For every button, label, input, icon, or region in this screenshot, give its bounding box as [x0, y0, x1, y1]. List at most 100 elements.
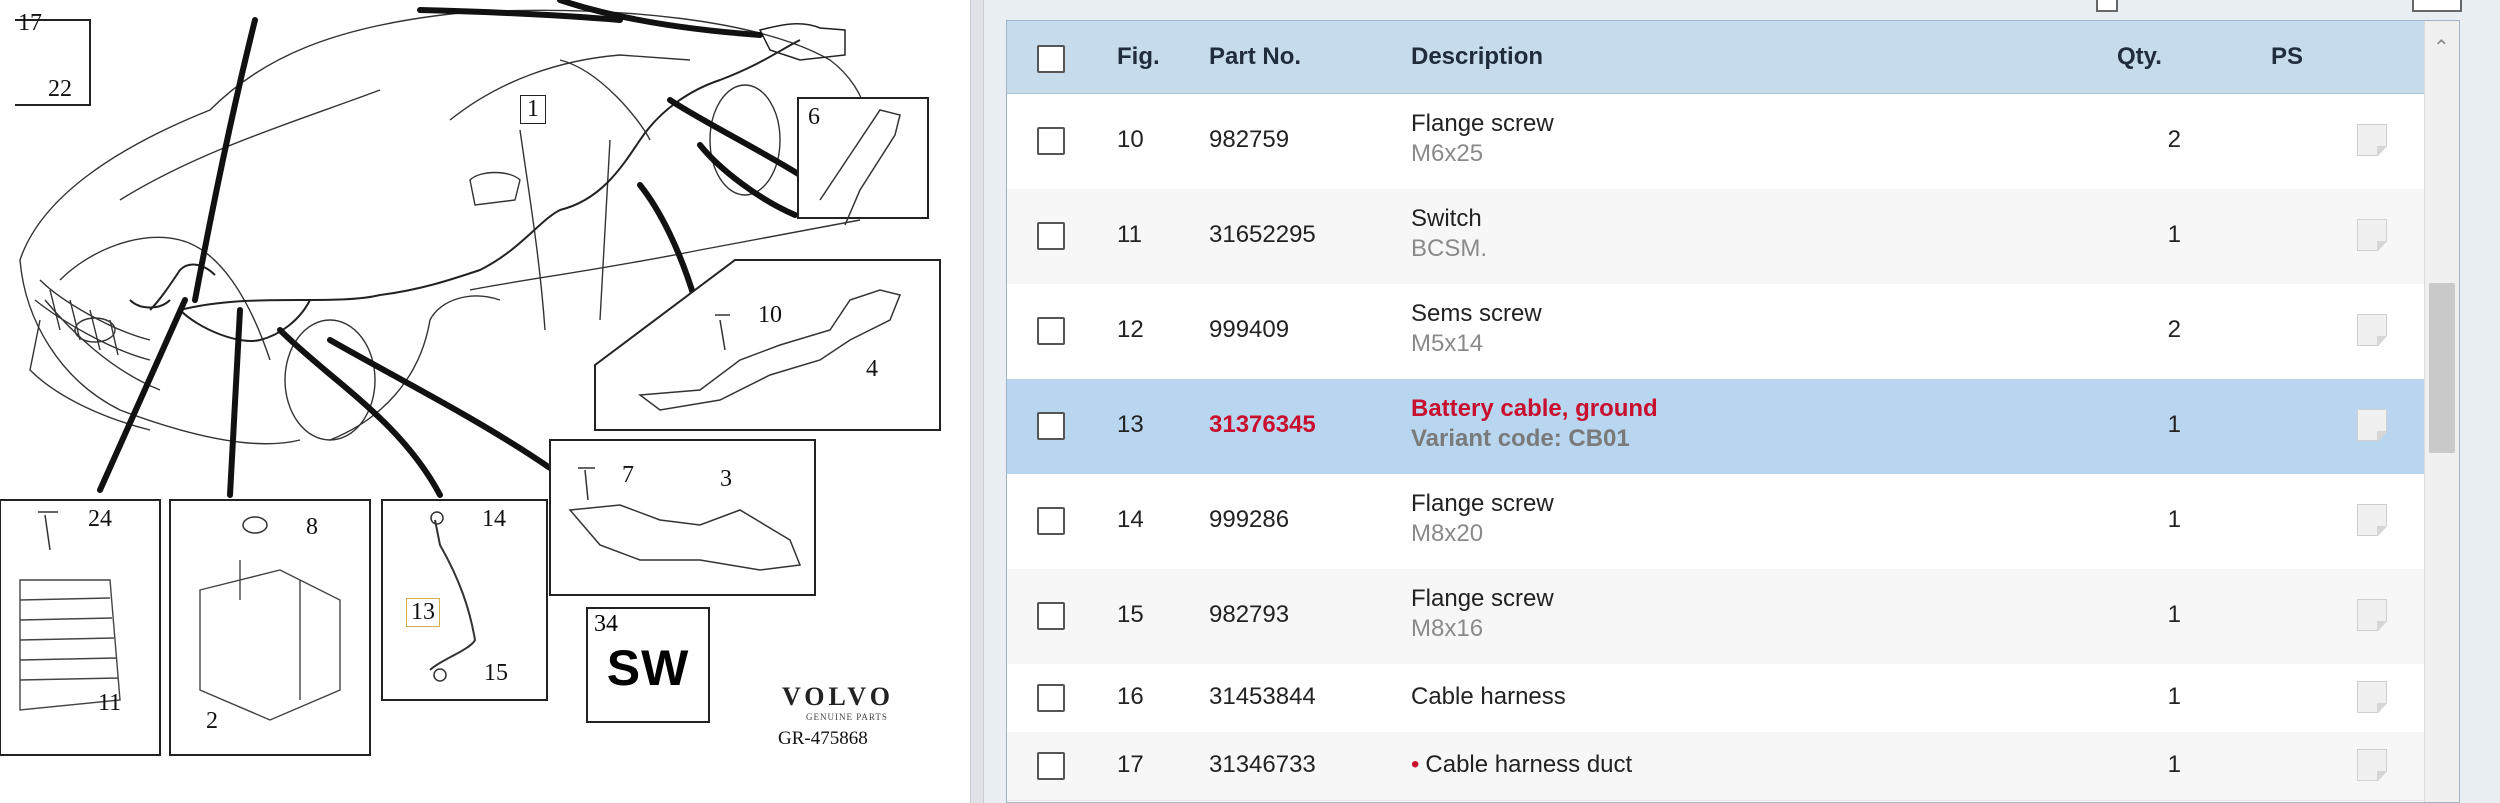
table-row[interactable]: 12 999409 Sems screw M5x14 2: [1007, 284, 2427, 380]
callout-15: 15: [484, 660, 508, 686]
row-fig: 17: [1117, 751, 1144, 778]
row-fig: 15: [1117, 601, 1144, 628]
row-fig: 16: [1117, 683, 1144, 710]
row-fig: 11: [1117, 221, 1142, 248]
row-qty: 2: [2167, 126, 2181, 153]
row-checkbox[interactable]: [1037, 222, 1065, 250]
callout-14: 14: [482, 506, 506, 532]
row-fig: 14: [1117, 506, 1144, 533]
table-row[interactable]: 14 999286 Flange screw M8x20 1: [1007, 474, 2427, 570]
table-header: Fig. Part No. Description Qty. PS: [1007, 21, 2459, 94]
callout-17: 17: [18, 10, 42, 36]
row-description: Flange screw: [1411, 585, 1554, 612]
note-icon[interactable]: [2357, 504, 2387, 536]
header-qty[interactable]: Qty.: [2117, 43, 2162, 71]
row-description: Battery cable, ground: [1411, 395, 1658, 422]
row-part-no[interactable]: 31376345: [1209, 411, 1316, 439]
row-qty: 1: [2167, 751, 2181, 778]
parts-diagram: 17 22 1 6 10 4 7 3 24 8 14 13 15 11 2 34…: [0, 0, 970, 803]
note-icon[interactable]: [2357, 409, 2387, 441]
row-description: Cable harness: [1411, 683, 1566, 710]
table-row[interactable]: 17 31346733 • Cable harness duct 1: [1007, 732, 2427, 801]
callout-4: 4: [866, 356, 878, 382]
table-row[interactable]: 15 982793 Flange screw M8x16 1: [1007, 569, 2427, 665]
sw-box: 34 SW: [586, 607, 710, 723]
row-description-detail: M5x14: [1411, 330, 1484, 357]
row-part-no[interactable]: 999286: [1209, 506, 1289, 534]
scrollbar-thumb[interactable]: [2429, 283, 2455, 453]
panel-divider[interactable]: [970, 0, 1953, 803]
row-qty: 1: [2167, 506, 2181, 533]
row-part-no[interactable]: 31453844: [1209, 683, 1316, 711]
select-all-checkbox[interactable]: [1037, 45, 1065, 73]
row-qty: 1: [2167, 601, 2181, 628]
row-qty: 1: [2167, 221, 2181, 248]
callout-1: 1: [520, 95, 546, 124]
row-description-detail: M8x20: [1411, 520, 1484, 547]
sw-number: 34: [594, 611, 618, 637]
note-icon[interactable]: [2357, 124, 2387, 156]
table-row[interactable]: 11 31652295 Switch BCSM. 1: [1007, 189, 2427, 285]
row-part-no[interactable]: 982793: [1209, 601, 1289, 629]
row-fig: 12: [1117, 316, 1144, 343]
callout-7: 7: [622, 462, 634, 488]
row-description: Switch: [1411, 205, 1482, 232]
toolbar-toggle[interactable]: [2412, 0, 2462, 12]
row-part-no[interactable]: 999409: [1209, 316, 1289, 344]
row-description-wrap: • Cable harness duct: [1411, 751, 1632, 779]
volvo-logo: VOLVO: [782, 682, 894, 711]
table-scrollbar[interactable]: ⌃: [2424, 21, 2459, 802]
row-description: Sems screw: [1411, 300, 1542, 327]
row-checkbox[interactable]: [1037, 317, 1065, 345]
row-checkbox[interactable]: [1037, 602, 1065, 630]
table-row[interactable]: 10 982759 Flange screw M6x25 2: [1007, 94, 2427, 190]
row-qty: 1: [2167, 411, 2181, 438]
callout-8: 8: [306, 514, 318, 540]
callout-10: 10: [758, 302, 782, 328]
parts-table: Fig. Part No. Description Qty. PS 10 982…: [1006, 20, 2460, 803]
callout-13[interactable]: 13: [406, 598, 440, 627]
volvo-logo-subtitle: GENUINE PARTS: [806, 712, 888, 722]
sw-label: SW: [606, 640, 690, 696]
note-icon[interactable]: [2357, 749, 2387, 781]
header-ps[interactable]: PS: [2271, 43, 2303, 71]
row-checkbox[interactable]: [1037, 752, 1065, 780]
row-fig: 13: [1117, 411, 1144, 438]
parts-panel: Fig. Part No. Description Qty. PS 10 982…: [984, 0, 2500, 803]
row-part-no[interactable]: 31346733: [1209, 751, 1316, 779]
row-part-no[interactable]: 31652295: [1209, 221, 1316, 249]
table-row[interactable]: 16 31453844 Cable harness 1: [1007, 664, 2427, 733]
header-fig[interactable]: Fig.: [1117, 43, 1160, 71]
table-row-selected[interactable]: 13 31376345 Battery cable, ground Varian…: [1007, 379, 2427, 475]
header-part-no[interactable]: Part No.: [1209, 43, 1301, 71]
row-part-no[interactable]: 982759: [1209, 126, 1289, 154]
row-description-detail: M8x16: [1411, 615, 1484, 642]
chevron-up-icon[interactable]: ⌃: [2433, 35, 2450, 60]
callout-24: 24: [88, 506, 112, 532]
row-checkbox[interactable]: [1037, 684, 1065, 712]
row-description: Flange screw: [1411, 490, 1554, 517]
row-qty: 2: [2167, 316, 2181, 343]
new-part-bullet: •: [1411, 751, 1420, 778]
row-description-detail: M6x25: [1411, 140, 1484, 167]
row-qty: 1: [2167, 683, 2181, 710]
note-icon[interactable]: [2357, 219, 2387, 251]
row-description-detail: Variant code: CB01: [1411, 425, 1630, 452]
callout-6: 6: [808, 104, 820, 130]
toolbar-checkbox[interactable]: [2096, 0, 2118, 12]
row-checkbox[interactable]: [1037, 507, 1065, 535]
row-checkbox[interactable]: [1037, 412, 1065, 440]
row-description: Flange screw: [1411, 110, 1554, 137]
note-icon[interactable]: [2357, 599, 2387, 631]
header-description[interactable]: Description: [1411, 43, 1543, 71]
note-icon[interactable]: [2357, 681, 2387, 713]
row-description: Cable harness duct: [1425, 751, 1633, 778]
row-description-detail: BCSM.: [1411, 235, 1488, 262]
note-icon[interactable]: [2357, 314, 2387, 346]
row-fig: 10: [1117, 126, 1144, 153]
callout-22: 22: [48, 76, 72, 102]
callout-11: 11: [98, 690, 122, 716]
callout-3: 3: [720, 466, 732, 492]
top-toolbar: [1006, 0, 2490, 16]
row-checkbox[interactable]: [1037, 127, 1065, 155]
